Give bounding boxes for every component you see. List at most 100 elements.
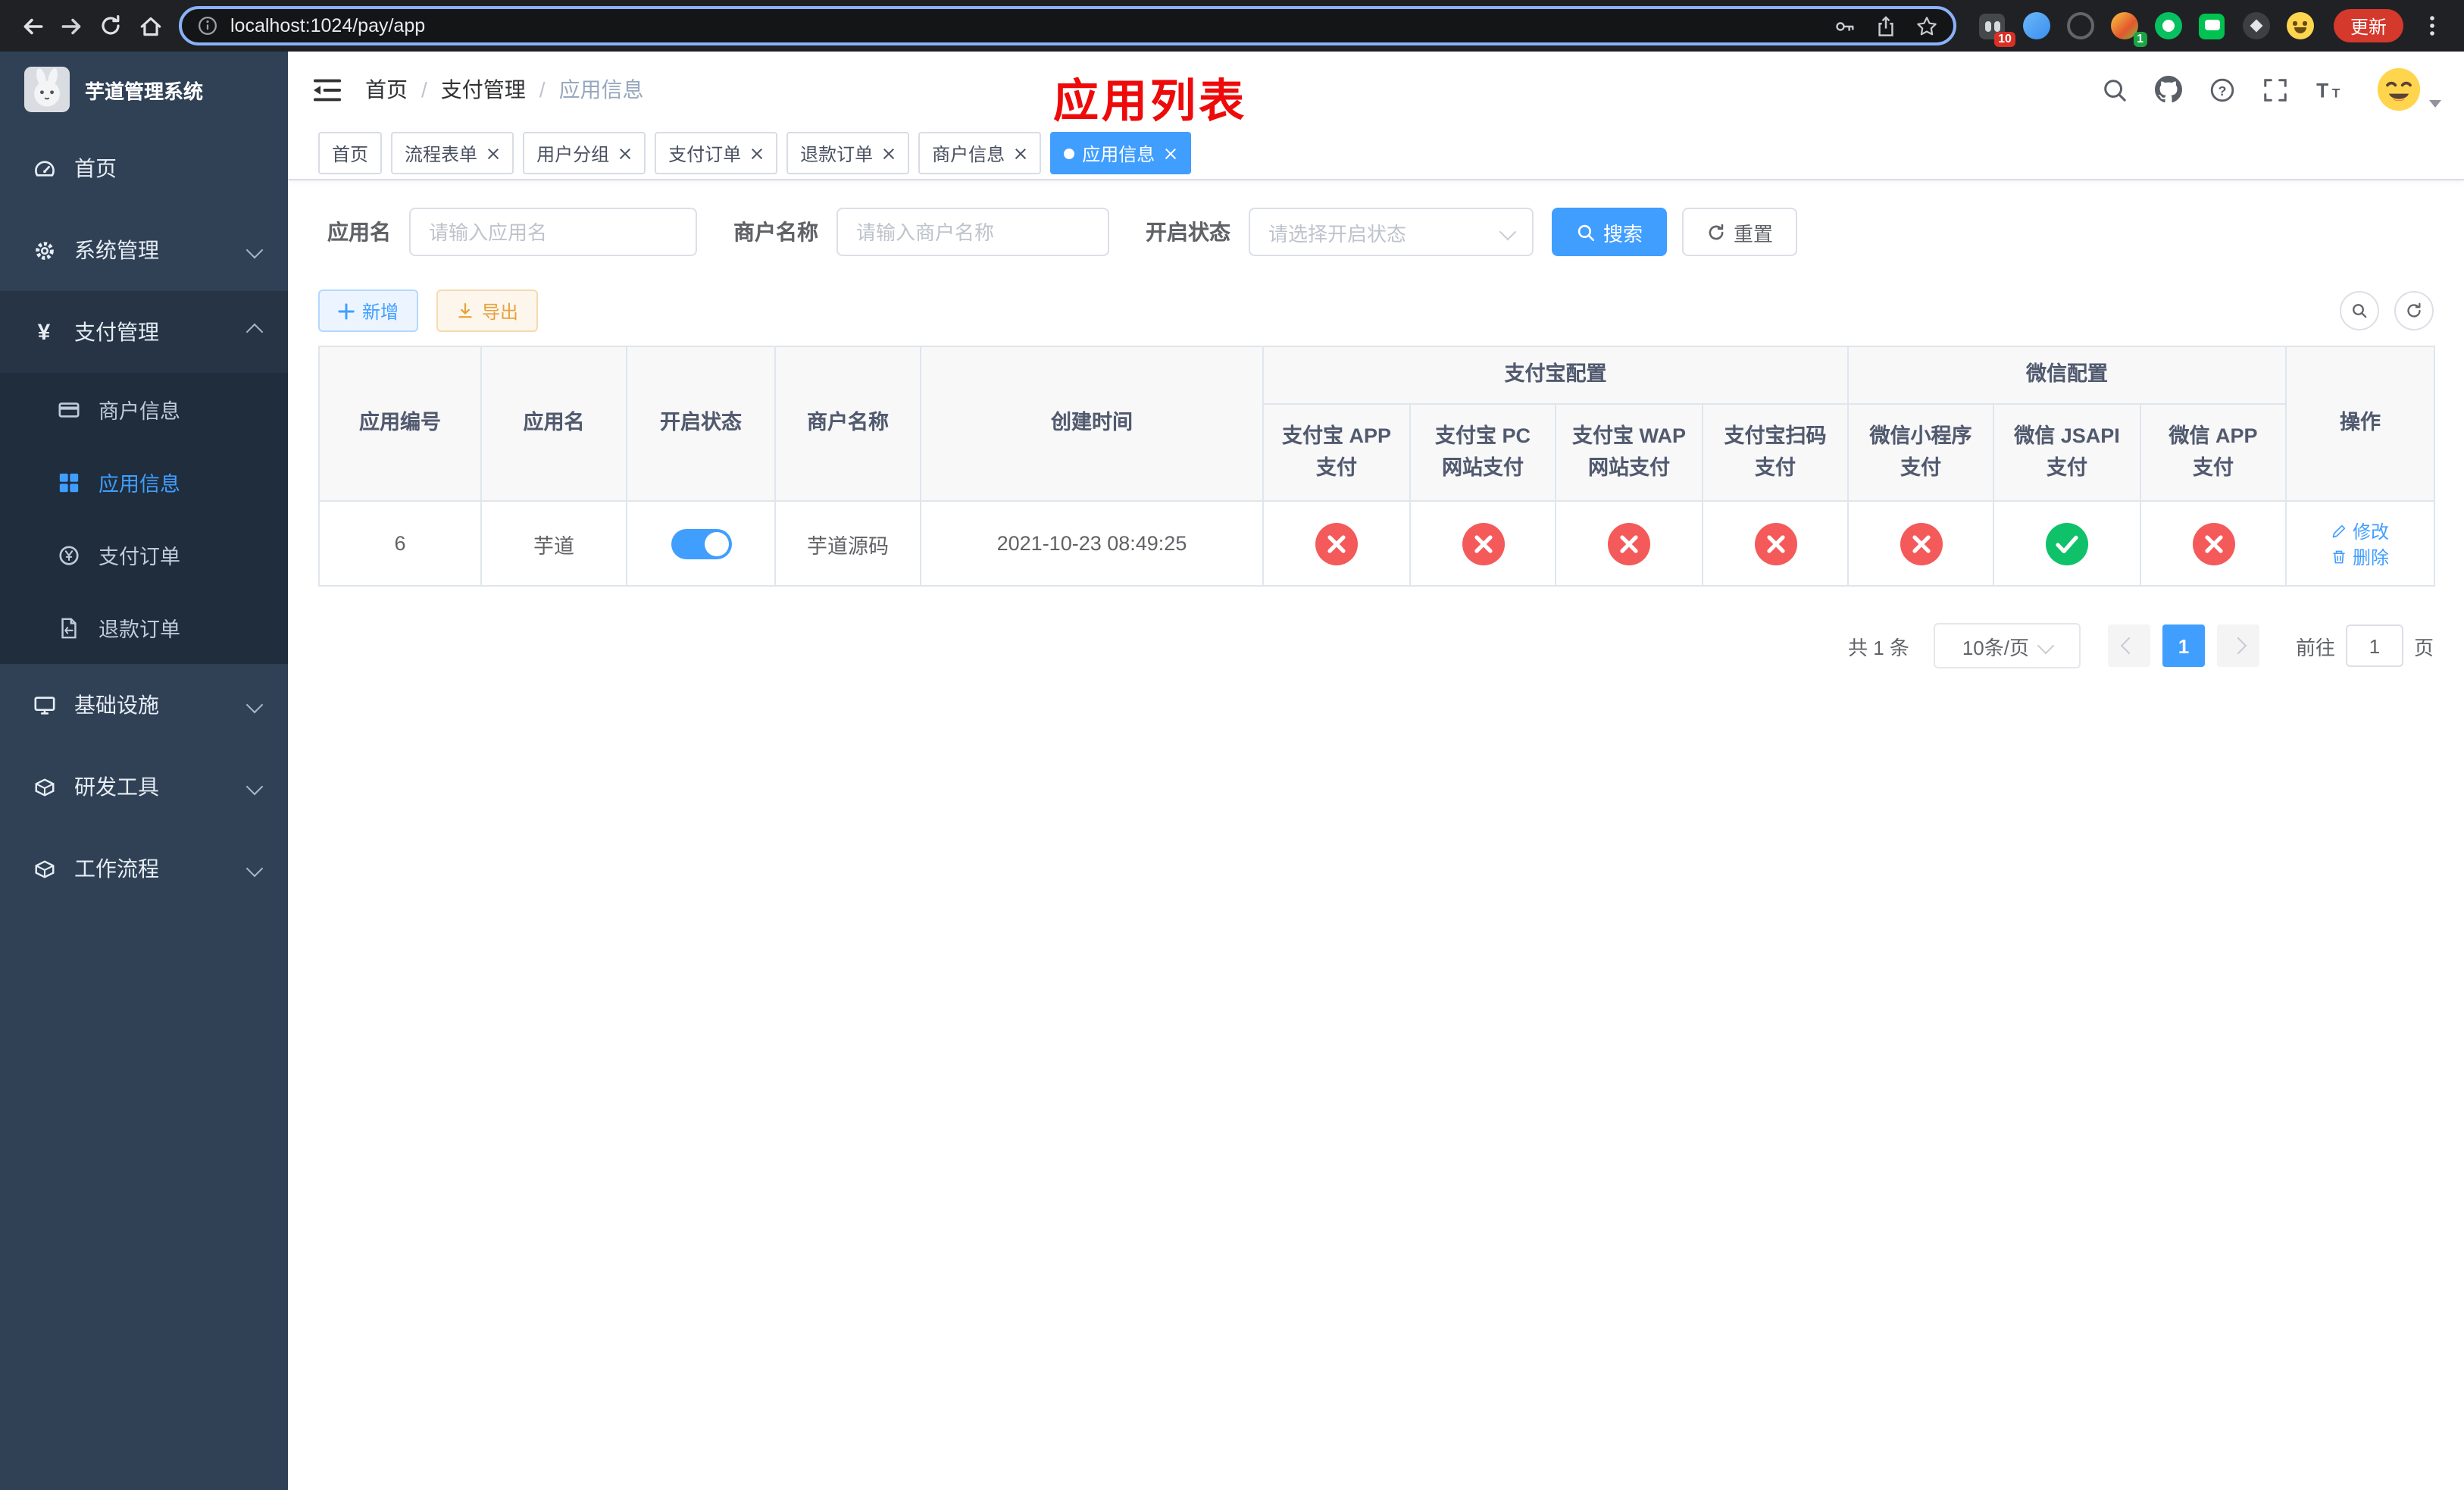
chevron-down-icon [2037,637,2055,655]
alipay-app-status-icon [1315,522,1358,565]
extension-avatar-icon[interactable]: 1 [2109,11,2147,47]
avatar-caret-icon [2429,100,2441,108]
goto-page-input[interactable] [2345,624,2403,667]
tab-process-form[interactable]: 流程表单 [391,132,514,174]
font-size-icon[interactable]: TT [2315,77,2346,102]
tabs-bar: 首页 流程表单 用户分组 支付订单 退款订单 商户信息 应用信息 [288,127,2464,180]
close-icon[interactable] [882,146,896,160]
merchant-name-input[interactable] [836,208,1109,256]
sidebar-item-infrastructure[interactable]: 基础设施 [0,664,288,746]
toggle-search-icon[interactable] [2340,291,2379,330]
chevron-up-icon [245,323,264,341]
extension-blue-icon[interactable] [2022,11,2052,41]
extension-chat-icon[interactable] [2197,11,2228,41]
extension-scripts-icon[interactable]: 10 [1978,11,2015,47]
svg-text:?: ? [2219,83,2227,98]
close-icon[interactable] [486,146,500,160]
dashboard-icon [30,157,58,180]
forward-icon[interactable] [52,6,91,45]
breadcrumb-home[interactable]: 首页 [365,74,408,105]
enabled-toggle[interactable] [671,528,731,559]
sidebar-item-merchant-info[interactable]: 商户信息 [0,373,288,446]
sidebar-item-pay-order[interactable]: 支付订单 [0,518,288,591]
gear-icon [30,239,58,261]
help-icon[interactable]: ? [2209,77,2235,102]
sidebar-item-label: 系统管理 [74,238,159,262]
sidebar-item-workflow[interactable]: 工作流程 [0,828,288,909]
col-alipay-app: 支付宝 APP 支付 [1262,403,1411,502]
reload-icon[interactable] [91,6,130,45]
sidebar-fold-icon[interactable] [314,77,341,102]
tab-home[interactable]: 首页 [318,132,383,174]
chevron-down-icon [245,696,264,714]
close-icon[interactable] [618,146,632,160]
chevron-down-icon [245,859,264,878]
search-form: 应用名 商户名称 开启状态 请选择开启状态 搜索 重置 [288,180,2464,256]
col-created: 创建时间 [920,346,1264,502]
refresh-table-icon[interactable] [2394,291,2434,330]
password-key-icon[interactable] [1834,14,1856,37]
sidebar-item-app-info[interactable]: 应用信息 [0,446,288,518]
status-select[interactable]: 请选择开启状态 [1249,208,1534,256]
toolbox-icon [30,775,58,798]
extension-badge: 1 [2133,32,2147,47]
tab-pay-order[interactable]: 支付订单 [655,132,778,174]
close-icon[interactable] [1014,146,1027,160]
extension-pin-icon[interactable] [2241,11,2272,41]
search-button[interactable]: 搜索 [1552,208,1668,256]
reset-button[interactable]: 重置 [1682,208,1798,256]
sidebar-item-system[interactable]: 系统管理 [0,209,288,291]
delete-button[interactable]: 删除 [2331,543,2389,569]
site-info-icon[interactable] [197,15,218,36]
sidebar-item-label: 首页 [74,156,117,180]
table-toolbar: 新增 导出 [288,256,2464,332]
extension-dark-ring-icon[interactable] [2065,11,2096,41]
tab-user-group[interactable]: 用户分组 [523,132,646,174]
tab-app-info[interactable]: 应用信息 [1050,132,1192,174]
chevron-left-icon [2120,637,2138,655]
add-button[interactable]: 新增 [318,290,419,332]
page-size-select[interactable]: 10条/页 [1933,623,2081,668]
sidebar-item-payment[interactable]: ¥ 支付管理 [0,291,288,373]
close-icon[interactable] [750,146,764,160]
sidebar-item-refund-order[interactable]: 退款订单 [0,591,288,664]
col-group-wechat: 微信配置 [1847,346,2287,405]
tab-merchant-info[interactable]: 商户信息 [918,132,1042,174]
col-group-alipay: 支付宝配置 [1262,346,1849,405]
bookmark-star-icon[interactable] [1915,14,1938,37]
close-icon[interactable] [1164,146,1177,160]
back-icon[interactable] [12,6,52,45]
url-bar[interactable]: localhost:1024/pay/app [179,6,1956,45]
cell-merchant: 芋道源码 [774,500,921,587]
fullscreen-icon[interactable] [2262,77,2288,102]
next-page-button[interactable] [2216,624,2259,667]
sidebar-item-devtools[interactable]: 研发工具 [0,746,288,828]
home-icon[interactable] [130,6,170,45]
sidebar-item-label: 商户信息 [98,400,180,423]
browser-update-button[interactable]: 更新 [2333,9,2403,42]
sidebar-item-label: 研发工具 [74,775,159,799]
tab-refund-order[interactable]: 退款订单 [786,132,910,174]
header-search-icon[interactable] [2102,77,2128,102]
app-name-label: 应用名 [327,220,391,244]
app-title: 芋道管理系统 [85,80,204,102]
page-number-current[interactable]: 1 [2162,624,2205,667]
workflow-icon [30,857,58,880]
url-text: localhost:1024/pay/app [230,15,426,36]
sidebar-item-home[interactable]: 首页 [0,127,288,209]
sidebar-menu: 首页 系统管理 ¥ 支付管理 商户信息 应用信息 支付订单 退款订单 基础设施 … [0,127,288,909]
chevron-down-icon [245,778,264,796]
col-merchant: 商户名称 [774,346,921,502]
user-avatar[interactable] [2376,67,2441,112]
status-label: 开启状态 [1146,220,1230,244]
edit-button[interactable]: 修改 [2331,518,2389,543]
app-name-input[interactable] [409,208,697,256]
browser-menu-icon[interactable] [2412,6,2452,45]
github-icon[interactable] [2155,76,2182,103]
extension-wechat-icon[interactable] [2153,11,2184,41]
prev-page-button[interactable] [2107,624,2150,667]
sidebar-item-label: 退款订单 [98,618,180,641]
extension-emoji-icon[interactable] [2285,11,2315,41]
share-icon[interactable] [1875,14,1897,37]
export-button[interactable]: 导出 [436,290,539,332]
